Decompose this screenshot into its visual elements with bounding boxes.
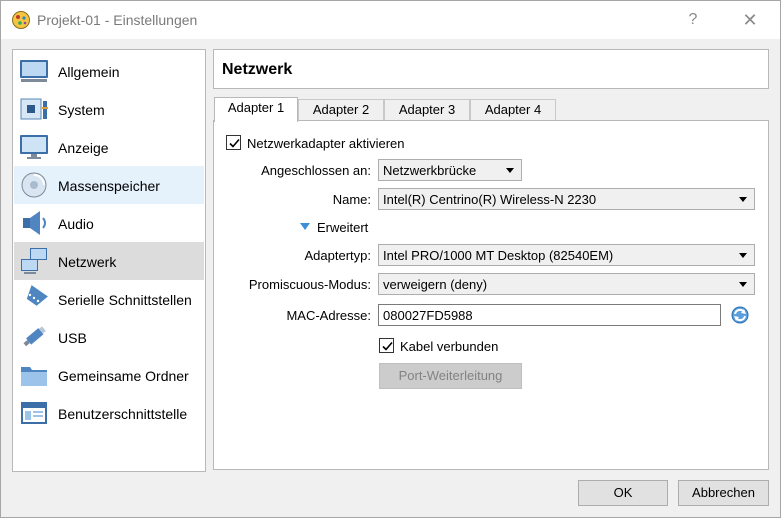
sidebar-item-allgemein[interactable]: Allgemein: [14, 52, 204, 90]
sidebar-item-netzwerk[interactable]: Netzwerk: [14, 242, 204, 280]
name-label: Name:: [332, 192, 371, 207]
settings-sidebar: Allgemein System Anzeige Massenspeicher …: [12, 49, 206, 472]
enable-adapter-label: Netzwerkadapter aktivieren: [247, 136, 405, 151]
settings-window: Projekt-01 - Einstellungen ? ✕ Allgemein…: [0, 0, 781, 518]
monitor-general-icon: [20, 60, 48, 82]
cancel-button[interactable]: Abbrechen: [678, 480, 769, 506]
title-bar: Projekt-01 - Einstellungen ? ✕: [1, 1, 780, 39]
sidebar-item-system[interactable]: System: [14, 90, 204, 128]
close-button[interactable]: ✕: [730, 7, 770, 33]
cable-connected-label: Kabel verbunden: [400, 339, 499, 354]
network-icon: [21, 248, 47, 274]
sidebar-item-label: Serielle Schnittstellen: [58, 292, 192, 308]
name-select[interactable]: Intel(R) Centrino(R) Wireless-N 2230: [378, 188, 755, 210]
system-chip-icon: [20, 98, 48, 120]
sidebar-item-benutzerschnittstelle[interactable]: Benutzerschnittstelle: [14, 394, 204, 432]
promiscuous-select[interactable]: verweigern (deny): [378, 273, 755, 295]
help-button[interactable]: ?: [673, 7, 713, 33]
sidebar-item-massenspeicher[interactable]: Massenspeicher: [14, 166, 204, 204]
tab-adapter-4[interactable]: Adapter 4: [470, 99, 556, 121]
cable-connected-checkbox[interactable]: [379, 338, 394, 353]
enable-adapter-checkbox[interactable]: [226, 135, 241, 150]
page-title: Netzwerk: [222, 61, 293, 78]
chevron-down-icon: [739, 197, 747, 202]
mac-label: MAC-Adresse:: [286, 308, 371, 323]
sidebar-item-label: USB: [58, 330, 87, 346]
adapter-type-value: Intel PRO/1000 MT Desktop (82540EM): [383, 248, 614, 263]
sidebar-item-usb[interactable]: USB: [14, 318, 204, 356]
chevron-down-icon: [506, 168, 514, 173]
adapter-type-label: Adaptertyp:: [304, 248, 372, 263]
section-header: Netzwerk: [213, 49, 769, 89]
virtualbox-app-icon: [12, 11, 30, 29]
sidebar-item-label: Massenspeicher: [58, 178, 160, 194]
display-icon: [20, 135, 48, 159]
shared-folder-icon: [21, 367, 47, 386]
tab-adapter-1[interactable]: Adapter 1: [214, 97, 298, 122]
expand-triangle-icon[interactable]: [299, 222, 311, 232]
sidebar-item-label: System: [58, 102, 105, 118]
promiscuous-label: Promiscuous-Modus:: [248, 277, 371, 292]
speaker-audio-icon: [23, 211, 46, 235]
tab-adapter-3[interactable]: Adapter 3: [384, 99, 470, 121]
sidebar-item-label: Benutzerschnittstelle: [58, 406, 188, 422]
sidebar-item-serielle-schnittstellen[interactable]: Serielle Schnittstellen: [14, 280, 204, 318]
attached-to-select[interactable]: Netzwerkbrücke: [378, 159, 522, 181]
refresh-mac-icon[interactable]: [730, 305, 750, 325]
chevron-down-icon: [739, 253, 747, 258]
promiscuous-value: verweigern (deny): [383, 277, 488, 292]
user-interface-icon: [21, 402, 47, 424]
mac-address-input[interactable]: [378, 304, 721, 326]
advanced-toggle[interactable]: Erweitert: [317, 220, 368, 235]
attached-to-value: Netzwerkbrücke: [383, 163, 477, 178]
sidebar-item-anzeige[interactable]: Anzeige: [14, 128, 204, 166]
chevron-down-icon: [739, 282, 747, 287]
sidebar-item-label: Gemeinsame Ordner: [58, 368, 189, 384]
sidebar-item-label: Netzwerk: [58, 254, 117, 270]
sidebar-item-label: Anzeige: [58, 140, 109, 156]
usb-icon: [23, 326, 46, 347]
sidebar-item-gemeinsame-ordner[interactable]: Gemeinsame Ordner: [14, 356, 204, 394]
port-forwarding-button[interactable]: Port-Weiterleitung: [379, 363, 522, 389]
ok-button[interactable]: OK: [578, 480, 668, 506]
window-title: Projekt-01 - Einstellungen: [37, 12, 198, 28]
sidebar-item-audio[interactable]: Audio: [14, 204, 204, 242]
disk-storage-icon: [21, 172, 47, 198]
tab-adapter-2[interactable]: Adapter 2: [298, 99, 384, 121]
name-value: Intel(R) Centrino(R) Wireless-N 2230: [383, 192, 597, 207]
sidebar-item-label: Audio: [58, 216, 94, 232]
adapter-type-select[interactable]: Intel PRO/1000 MT Desktop (82540EM): [378, 244, 755, 266]
sidebar-item-label: Allgemein: [58, 64, 120, 80]
serial-port-icon: [26, 285, 48, 306]
attached-to-label: Angeschlossen an:: [261, 163, 371, 178]
